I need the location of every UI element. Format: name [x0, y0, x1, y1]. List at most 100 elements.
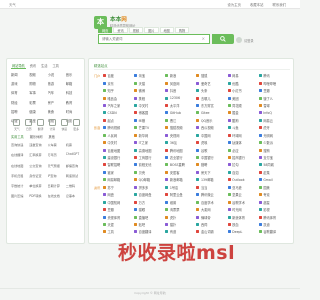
tab-other[interactable]: 其他 — [49, 134, 55, 139]
site-link[interactable]: 懂球帝 — [196, 215, 227, 220]
site-link[interactable]: 央视体育 — [103, 215, 134, 220]
site-link[interactable]: 同花顺 — [227, 103, 259, 108]
site-link[interactable]: QQ音乐 — [196, 118, 227, 123]
site-link[interactable]: Outlook — [227, 177, 259, 182]
site-link[interactable]: 谷歌 — [196, 148, 227, 153]
site-link[interactable]: 腾讯地图 — [165, 148, 196, 153]
category-link[interactable]: 教育 — [66, 100, 82, 105]
site-link[interactable]: 猎聘 — [196, 162, 227, 167]
category-link[interactable]: 科技 — [66, 90, 82, 95]
site-link[interactable]: 腾讯体育 — [258, 215, 290, 220]
site-link[interactable]: 网易 — [227, 73, 259, 78]
site-link[interactable]: 虎扑 — [165, 215, 196, 220]
category-link[interactable]: 小说 — [48, 72, 64, 77]
search-tab-shop[interactable]: 购物 — [174, 27, 190, 33]
search-tab-video[interactable]: 视频 — [128, 27, 144, 33]
site-link[interactable]: 12306 — [165, 96, 196, 101]
site-link[interactable]: 前程无忧 — [134, 162, 165, 167]
site-link[interactable]: 安居客 — [165, 170, 196, 175]
site-link[interactable]: 少数派 — [258, 140, 290, 145]
site-link[interactable]: 钛媒体 — [227, 140, 259, 145]
site-link[interactable]: 虎嗅 — [196, 140, 227, 145]
site-link[interactable]: 掘金 — [227, 110, 259, 115]
site-link[interactable]: 虎牙 — [258, 125, 290, 130]
favorite-link[interactable]: 收藏本站 — [250, 2, 264, 7]
site-link[interactable]: Gmail — [258, 177, 290, 182]
site-link[interactable]: 网易邮箱 — [103, 177, 134, 182]
site-link[interactable]: 国美 — [258, 185, 290, 190]
site-link[interactable]: 36氪 — [165, 140, 196, 145]
site-link[interactable]: 凤凰网 — [165, 81, 196, 86]
site-link[interactable]: 链家 — [103, 170, 134, 175]
category-link[interactable]: 体育 — [11, 90, 27, 95]
search-tab-image[interactable]: 图片 — [144, 27, 159, 33]
search-tab-web[interactable]: 网页 — [98, 27, 113, 33]
tool-link[interactable]: 二维码 — [66, 183, 82, 188]
tool-link[interactable]: 手机归属 — [11, 173, 27, 178]
tool-link[interactable]: IP查询 — [48, 173, 64, 178]
site-link[interactable]: 搜狐 — [196, 73, 227, 78]
site-link[interactable]: 维普 — [165, 200, 196, 205]
tool-link[interactable]: ChatGPT — [66, 152, 82, 157]
contact-link[interactable]: 联系我们 — [272, 2, 286, 7]
site-link[interactable]: 京东 — [103, 81, 134, 86]
tool-link[interactable]: 在线地图 — [11, 163, 27, 168]
site-link[interactable]: 西祠 — [196, 222, 227, 227]
tool-link[interactable]: 查询快递 — [11, 142, 27, 147]
search-tab-news[interactable]: 资讯 — [113, 27, 128, 33]
site-link[interactable]: 腾讯微云 — [196, 192, 227, 197]
tool-link[interactable]: 在线文档 — [48, 193, 64, 198]
site-link[interactable]: 人民网 — [103, 133, 134, 138]
site-link[interactable]: 芒果TV — [134, 125, 165, 130]
site-link[interactable]: 天猫 — [134, 81, 165, 86]
category-link[interactable]: 视频 — [29, 72, 45, 77]
site-link[interactable]: 阿里云盘 — [165, 192, 196, 197]
site-link[interactable]: 工具 — [103, 229, 134, 234]
site-link[interactable]: 微博 — [134, 88, 165, 93]
site-link[interactable]: 起点 — [103, 118, 134, 123]
site-link[interactable]: 小红书 — [227, 88, 259, 93]
site-link[interactable]: 影视 — [258, 207, 290, 212]
site-link[interactable]: 必应 — [227, 148, 259, 153]
site-link[interactable]: 谷歌翻译 — [258, 229, 290, 234]
site-link[interactable]: 拉勾 — [227, 162, 259, 167]
tool-link[interactable]: 网速测试 — [66, 173, 82, 178]
site-link[interactable]: 新浪邮箱 — [165, 177, 196, 182]
category-link[interactable]: 游戏 — [11, 81, 27, 86]
site-link[interactable]: 亚马逊 — [227, 185, 259, 190]
site-link[interactable]: InfoQ — [258, 110, 290, 115]
site-link[interactable]: 西瓜视频 — [196, 125, 227, 130]
site-link[interactable]: 中关村 — [103, 140, 134, 145]
site-link[interactable]: 139邮箱 — [196, 177, 227, 182]
site-link[interactable]: 新浪 — [165, 73, 196, 78]
category-link[interactable]: 时尚 — [66, 109, 82, 114]
set-homepage-link[interactable]: 设为主页 — [227, 2, 241, 7]
tool-link[interactable]: 火车票 — [48, 142, 64, 147]
site-link[interactable]: 携程 — [134, 96, 165, 101]
site-link[interactable]: DeepL — [227, 229, 259, 234]
site-link[interactable]: 1号店 — [165, 185, 196, 190]
site-link[interactable]: 百度翻译 — [134, 229, 165, 234]
tool-shortcut[interactable]: 计算 — [46, 119, 58, 131]
clear-icon[interactable]: × — [202, 36, 205, 41]
category-link[interactable]: 军事 — [29, 90, 45, 95]
category-link[interactable]: 招聘 — [11, 109, 27, 114]
site-link[interactable]: 搜狐视频 — [165, 125, 196, 130]
weather-text[interactable]: 天气 — [9, 2, 16, 7]
site-link[interactable]: 大麦网 — [196, 207, 227, 212]
site-link[interactable]: 凯迪 — [258, 222, 290, 227]
site-link[interactable]: 谷歌学术 — [227, 200, 259, 205]
tool-link[interactable]: PDF转换 — [29, 193, 45, 198]
site-link[interactable]: 淘宝 — [134, 73, 165, 78]
search-tab-map[interactable]: 地图 — [159, 27, 174, 33]
category-link[interactable]: 旅游 — [48, 81, 64, 86]
site-link[interactable]: 东方财富 — [196, 103, 227, 108]
category-link[interactable]: 房产 — [48, 100, 64, 105]
site-link[interactable]: Gitee — [196, 110, 227, 115]
site-link[interactable]: 新浪体育 — [227, 215, 259, 220]
site-link[interactable]: 夸克 — [258, 192, 290, 197]
site-link[interactable]: 猫扑 — [165, 222, 196, 227]
site-link[interactable]: 酷狗 — [227, 118, 259, 123]
tab-news[interactable]: 资讯 — [29, 63, 37, 69]
site-link[interactable]: 光明网 — [258, 133, 290, 138]
